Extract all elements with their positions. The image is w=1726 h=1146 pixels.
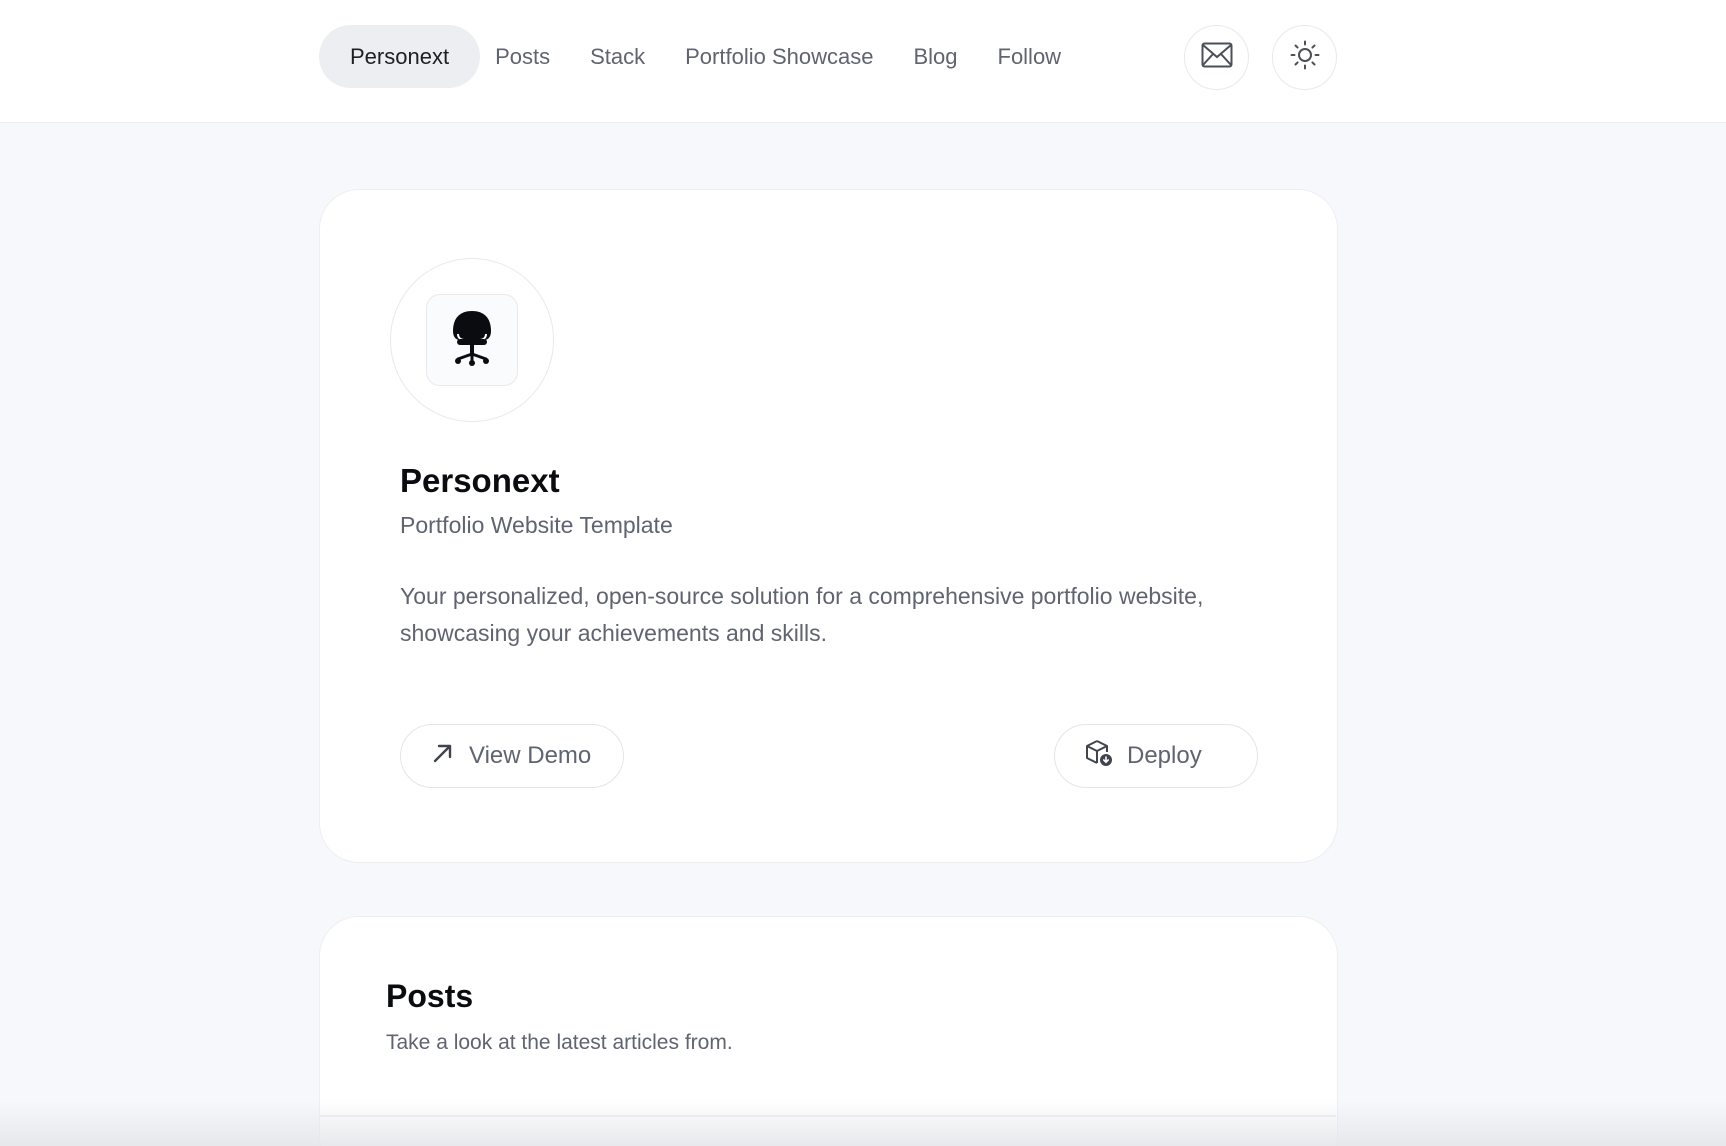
mail-icon	[1201, 42, 1233, 73]
view-demo-button[interactable]: View Demo	[400, 724, 624, 788]
hero-description: Your personalized, open-source solution …	[400, 583, 1204, 646]
deploy-button[interactable]: Deploy	[1054, 724, 1258, 788]
deploy-label: Deploy	[1127, 742, 1202, 769]
office-chair-icon	[449, 309, 495, 372]
nav-item-personext[interactable]: Personext	[319, 25, 481, 88]
bottom-fade-overlay	[0, 1100, 1726, 1146]
theme-toggle-button[interactable]	[1272, 25, 1337, 90]
mail-button[interactable]	[1184, 25, 1249, 90]
posts-subtitle: Take a look at the latest articles from.	[386, 1031, 733, 1054]
package-deploy-icon	[1085, 739, 1113, 774]
posts-title: Posts	[386, 978, 474, 1014]
nav-item-blog[interactable]: Blog	[888, 25, 982, 88]
hero-title: Personext	[400, 462, 560, 499]
top-navigation-bar: Personext Posts Stack Portfolio Showcase…	[0, 0, 1726, 123]
sun-icon	[1290, 40, 1320, 75]
nav-item-follow[interactable]: Follow	[973, 25, 1087, 88]
nav-item-portfolio-showcase[interactable]: Portfolio Showcase	[660, 25, 898, 88]
avatar	[390, 258, 554, 422]
view-demo-label: View Demo	[469, 742, 592, 769]
nav-item-posts[interactable]: Posts	[470, 25, 575, 88]
arrow-up-right-icon	[431, 741, 455, 772]
logo-tile	[426, 294, 518, 386]
nav-item-stack[interactable]: Stack	[565, 25, 670, 88]
hero-subtitle: Portfolio Website Template	[400, 512, 673, 538]
main-nav: Personext Posts Stack Portfolio Showcase…	[319, 25, 1086, 88]
hero-card: Personext Portfolio Website Template You…	[319, 189, 1338, 863]
